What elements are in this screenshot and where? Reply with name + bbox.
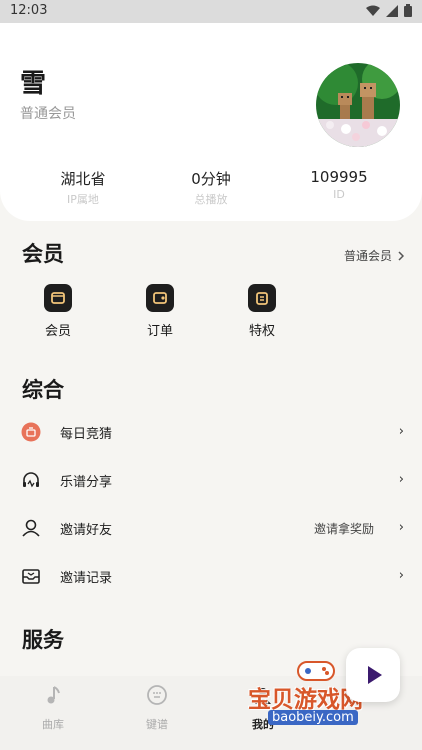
membership-item-member[interactable]: 会员: [28, 284, 88, 339]
chevron-right-icon: ›: [398, 568, 404, 583]
headphones-icon: [23, 472, 39, 488]
list-item-label: 每日竞猜: [60, 427, 113, 442]
list-item-invite-friends[interactable]: 邀请好友 邀请拿奖励 ›: [0, 508, 422, 548]
membership-item-label: 特权: [248, 324, 275, 339]
privilege-icon: [248, 284, 276, 312]
membership-item-label: 会员: [44, 324, 71, 339]
membership-level-link[interactable]: 普通会员: [344, 247, 404, 264]
invite-reward-hint: 邀请拿奖励: [313, 522, 374, 536]
list-item-daily-quiz[interactable]: 每日竞猜 ›: [0, 412, 422, 452]
list-item-invite-records[interactable]: 邀请记录 ›: [0, 556, 422, 596]
profile-card: 雪 普通会员 湖北省 IP属地 0分钟 总播放 109995 ID: [0, 23, 422, 221]
keypad-icon: [147, 685, 167, 705]
stat-ip-location: 湖北省 IP属地: [23, 168, 143, 207]
general-title: 综合: [22, 378, 64, 402]
play-icon: [368, 666, 382, 684]
user-name: 雪: [20, 69, 47, 99]
floating-play-button[interactable]: [346, 648, 400, 702]
inbox-icon: [22, 569, 40, 584]
service-title: 服务: [22, 628, 64, 652]
stat-play-time: 0分钟 总播放: [151, 168, 271, 207]
chevron-right-icon: ›: [398, 520, 404, 535]
stat-label: 总播放: [194, 193, 228, 206]
tab-label: 曲库: [42, 718, 64, 731]
list-item-label: 邀请好友: [60, 523, 113, 538]
status-time: 12:03: [10, 3, 48, 18]
list-item-score-share[interactable]: 乐谱分享 ›: [0, 460, 422, 500]
chevron-right-icon: ›: [398, 472, 404, 487]
membership-item-privilege[interactable]: 特权: [232, 284, 292, 339]
wifi-icon: [366, 5, 380, 16]
membership-item-label: 订单: [146, 324, 173, 339]
tab-keypad[interactable]: 键谱: [122, 684, 192, 732]
membership-title: 会员: [22, 242, 64, 266]
tab-library[interactable]: 曲库: [18, 684, 88, 732]
stat-label: IP属地: [67, 193, 99, 206]
signal-icon: [386, 4, 398, 17]
order-icon: [146, 284, 174, 312]
chevron-right-icon: ›: [398, 424, 404, 439]
avatar-image: [316, 63, 400, 147]
member-type: 普通会员: [20, 106, 76, 122]
stat-label: ID: [333, 188, 345, 201]
watermark-url: baobeiy.com: [268, 710, 358, 725]
tab-label: 键谱: [146, 718, 168, 731]
list-item-label: 乐谱分享: [60, 475, 113, 490]
list-item-label: 邀请记录: [60, 571, 113, 586]
chevron-right-icon: [398, 250, 404, 261]
stat-value: 109995: [310, 168, 368, 186]
stat-id: 109995 ID: [279, 168, 399, 201]
stat-value: 湖北省: [60, 170, 106, 188]
wallet-icon: [44, 284, 72, 312]
status-bar: 12:03: [0, 0, 422, 23]
user-icon: [22, 519, 40, 537]
music-note-icon: [47, 686, 60, 704]
quiz-icon: [21, 422, 41, 442]
battery-icon: [404, 4, 412, 17]
membership-level-label: 普通会员: [343, 249, 392, 263]
status-icons: [366, 4, 412, 17]
avatar[interactable]: [316, 63, 400, 147]
membership-item-order[interactable]: 订单: [130, 284, 190, 339]
stat-value: 0分钟: [191, 170, 231, 188]
